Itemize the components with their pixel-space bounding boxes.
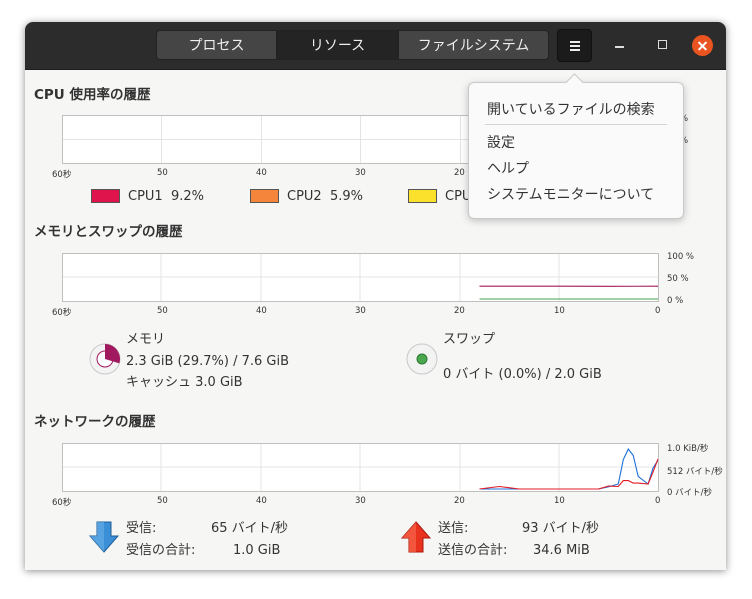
total-received-label: 受信の合計: xyxy=(126,543,196,558)
cpu-history-title: CPU 使用率の履歴 xyxy=(34,87,151,103)
grid-line xyxy=(261,116,262,163)
network-graph-svg xyxy=(63,444,658,491)
cpu2-color-swatch[interactable] xyxy=(250,189,279,203)
header-bar: プロセス リソース ファイルシステム xyxy=(25,22,726,70)
swap-value: 0 バイト (0.0%) / 2.0 GiB xyxy=(443,367,602,382)
cpu-x-tick: 50 xyxy=(157,168,168,178)
cpu-x-tick: 60秒 xyxy=(52,170,72,180)
network-x-tick: 0 xyxy=(655,496,661,506)
network-x-tick: 10 xyxy=(554,496,565,506)
cpu2-label: CPU2 xyxy=(287,189,322,204)
cpu1-value: 9.2% xyxy=(171,189,205,204)
network-y-tick: 1.0 KiB/秒 xyxy=(667,444,709,454)
memory-graph-svg xyxy=(63,254,658,301)
network-y-tick: 0 バイト/秒 xyxy=(667,488,712,498)
maximize-button[interactable] xyxy=(652,34,672,54)
grid-line xyxy=(460,116,461,163)
menu-button[interactable] xyxy=(557,29,592,62)
app-menu-popover: 開いているファイルの検索 設定 ヘルプ システムモニターについて xyxy=(468,82,684,219)
grid-line xyxy=(161,116,162,163)
upload-arrow-icon[interactable] xyxy=(401,520,431,554)
network-history-title: ネットワークの履歴 xyxy=(34,414,156,430)
total-received-value: 1.0 GiB xyxy=(233,543,281,558)
memory-x-tick: 60秒 xyxy=(52,308,72,318)
memory-graph xyxy=(62,253,659,302)
network-y-tick: 512 バイト/秒 xyxy=(667,467,723,477)
memory-x-tick: 10 xyxy=(554,306,565,316)
memory-y-tick: 0 % xyxy=(667,296,684,306)
cpu1-label: CPU1 xyxy=(128,189,163,204)
memory-value: 2.3 GiB (29.7%) / 7.6 GiB xyxy=(126,354,290,369)
memory-label: メモリ xyxy=(126,332,166,347)
cpu-x-tick: 20 xyxy=(454,168,465,178)
memory-y-tick: 100 % xyxy=(667,252,695,262)
swap-label: スワップ xyxy=(443,332,496,347)
receive-series-line xyxy=(479,448,658,490)
cpu3-color-swatch[interactable] xyxy=(408,189,437,203)
cache-value: キャッシュ 3.0 GiB xyxy=(126,375,243,390)
memory-x-tick: 50 xyxy=(157,306,168,316)
cpu1-color-swatch[interactable] xyxy=(91,189,120,203)
grid-line xyxy=(360,116,361,163)
memory-x-tick: 20 xyxy=(454,306,465,316)
receiving-label: 受信: xyxy=(126,521,157,536)
tab-processes[interactable]: プロセス xyxy=(156,30,277,60)
maximize-icon xyxy=(658,40,667,49)
cpu-x-tick: 30 xyxy=(355,168,366,178)
memory-history-title: メモリとスワップの履歴 xyxy=(34,224,183,240)
tab-file-systems[interactable]: ファイルシステム xyxy=(398,30,549,60)
memory-x-tick: 0 xyxy=(655,306,661,316)
memory-x-tick: 30 xyxy=(355,306,366,316)
minimize-button[interactable] xyxy=(610,34,630,54)
memory-x-tick: 40 xyxy=(256,306,267,316)
receiving-value: 65 バイト/秒 xyxy=(211,521,289,536)
menu-item-help[interactable]: ヘルプ xyxy=(487,158,529,178)
cpu2-value: 5.9% xyxy=(330,189,364,204)
tab-resources[interactable]: リソース xyxy=(277,30,398,60)
download-arrow-icon[interactable] xyxy=(89,520,119,554)
network-x-tick: 20 xyxy=(454,496,465,506)
menu-item-preferences[interactable]: 設定 xyxy=(487,132,515,152)
memory-pie-icon[interactable] xyxy=(89,343,121,375)
hamburger-icon xyxy=(558,30,591,61)
send-series-line xyxy=(479,458,658,490)
sending-label: 送信: xyxy=(438,521,469,536)
minimize-icon xyxy=(615,46,624,48)
memory-y-tick: 50 % xyxy=(667,274,689,284)
network-x-tick: 50 xyxy=(157,496,168,506)
menu-item-search-open-files[interactable]: 開いているファイルの検索 xyxy=(487,99,655,119)
cpu-x-tick: 40 xyxy=(256,168,267,178)
swap-pie-icon[interactable] xyxy=(406,343,438,375)
menu-separator xyxy=(485,124,667,125)
total-sent-label: 送信の合計: xyxy=(438,543,508,558)
close-button[interactable] xyxy=(692,35,713,56)
network-x-tick: 30 xyxy=(355,496,366,506)
network-x-tick: 40 xyxy=(256,496,267,506)
network-x-tick: 60秒 xyxy=(52,498,72,508)
total-sent-value: 34.6 MiB xyxy=(533,543,590,558)
sending-value: 93 バイト/秒 xyxy=(522,521,600,536)
network-graph xyxy=(62,443,659,492)
menu-item-about[interactable]: システムモニターについて xyxy=(487,184,654,204)
